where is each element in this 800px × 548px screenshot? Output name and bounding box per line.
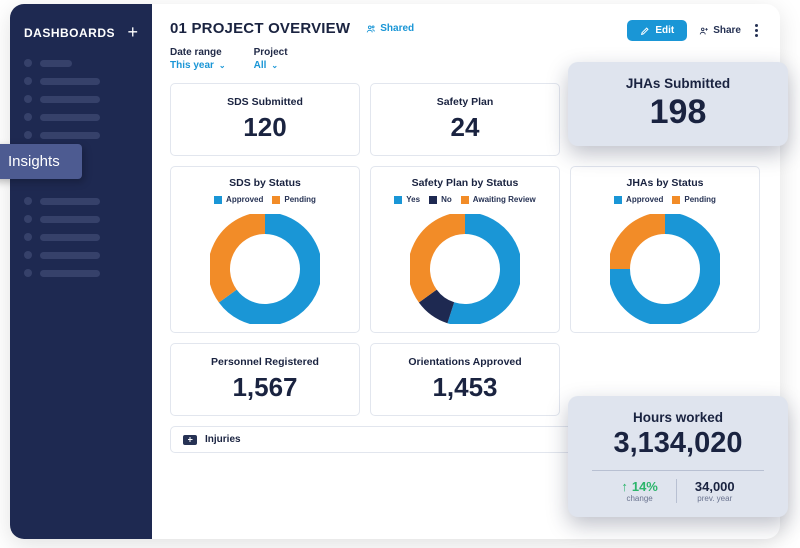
nav-item[interactable] <box>24 251 138 259</box>
chart-jhas-status: JHAs by Status Approved Pending <box>570 166 760 333</box>
shared-badge: Shared <box>366 23 414 34</box>
chart-sds-status: SDS by Status Approved Pending <box>170 166 360 333</box>
add-dashboard-icon[interactable]: + <box>127 22 138 43</box>
edit-button[interactable]: Edit <box>627 20 687 41</box>
sidebar-title: DASHBOARDS <box>24 26 115 40</box>
injuries-icon <box>183 435 197 445</box>
nav-item[interactable] <box>24 233 138 241</box>
chevron-down-icon: ⌄ <box>219 61 226 70</box>
page-title: 01 PROJECT OVERVIEW <box>170 20 350 37</box>
nav-item[interactable] <box>24 113 138 121</box>
card-personnel: Personnel Registered 1,567 <box>170 343 360 416</box>
nav-item[interactable] <box>24 215 138 223</box>
popout-jhas-submitted: JHAs Submitted 198 <box>568 62 788 146</box>
share-button[interactable]: Share <box>699 25 741 36</box>
chart-safety-status: Safety Plan by Status Yes No Awaiting Re… <box>370 166 560 333</box>
sidebar: DASHBOARDS + <box>10 4 152 539</box>
insights-tab[interactable]: Insights <box>10 144 82 179</box>
kebab-menu-icon[interactable] <box>753 22 760 39</box>
filter-date-range[interactable]: Date range This year⌄ <box>170 47 226 71</box>
donut-chart <box>179 214 351 324</box>
nav-item[interactable] <box>24 269 138 277</box>
card-safety-plan: Safety Plan 24 <box>370 83 560 156</box>
shared-label: Shared <box>380 23 414 34</box>
nav-item[interactable] <box>24 77 138 85</box>
card-sds-submitted: SDS Submitted 120 <box>170 83 360 156</box>
shared-icon <box>366 24 376 34</box>
donut-chart <box>379 214 551 324</box>
arrow-up-icon: ↑ <box>621 479 628 494</box>
chevron-down-icon: ⌄ <box>271 61 278 70</box>
nav-item[interactable] <box>24 95 138 103</box>
filter-project[interactable]: Project All⌄ <box>254 47 288 71</box>
card-orientations: Orientations Approved 1,453 <box>370 343 560 416</box>
donut-chart <box>579 214 751 324</box>
nav-item[interactable] <box>24 59 138 67</box>
share-icon <box>699 26 709 36</box>
nav-item[interactable] <box>24 197 138 205</box>
popout-hours-worked: Hours worked 3,134,020 ↑14% change 34,00… <box>568 396 788 517</box>
nav-item[interactable] <box>24 131 138 139</box>
pencil-icon <box>640 26 650 36</box>
